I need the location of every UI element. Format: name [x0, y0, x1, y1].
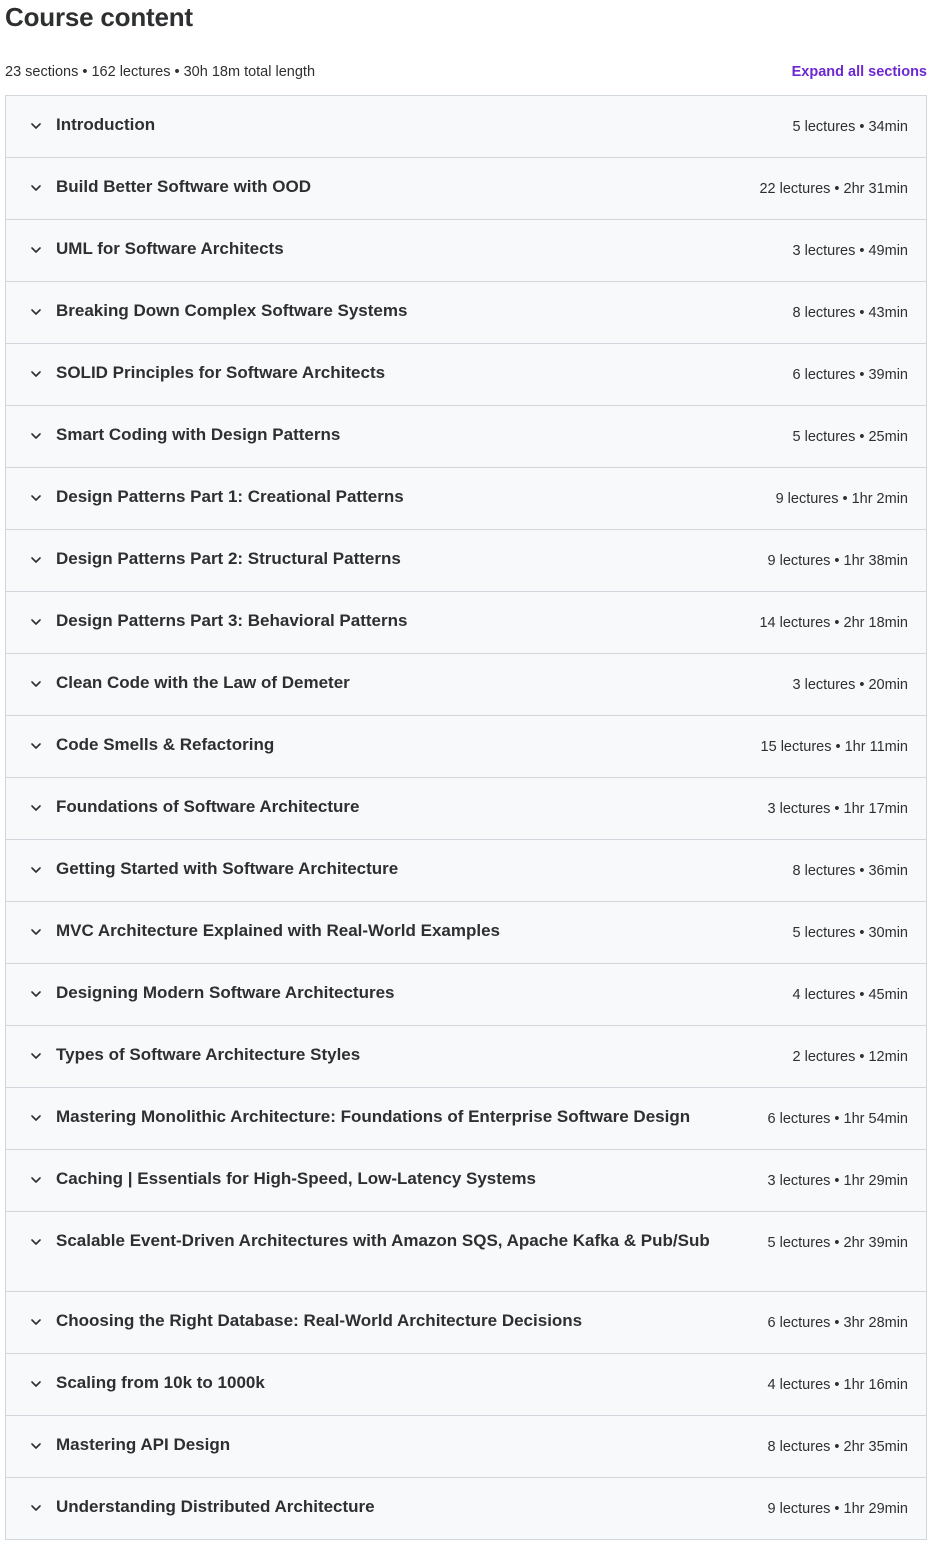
- section-title: Clean Code with the Law of Demeter: [56, 673, 350, 692]
- chevron-down-icon: [28, 986, 44, 1002]
- section-row[interactable]: Design Patterns Part 1: Creational Patte…: [6, 468, 926, 530]
- chevron-down-icon: [28, 242, 44, 258]
- chevron-down-icon: [28, 304, 44, 320]
- chevron-down-icon: [28, 738, 44, 754]
- section-title: Design Patterns Part 3: Behavioral Patte…: [56, 611, 408, 630]
- section-meta: 3 lectures • 49min: [792, 243, 909, 259]
- chevron-down-icon: [28, 366, 44, 382]
- section-title: Introduction: [56, 115, 156, 134]
- section-meta: 6 lectures • 1hr 54min: [767, 1111, 908, 1127]
- section-title: SOLID Principles for Software Architects: [56, 363, 386, 382]
- chevron-down-icon: [28, 1376, 44, 1392]
- section-row[interactable]: Smart Coding with Design Patterns 5 lectu…: [6, 406, 926, 468]
- section-meta: 3 lectures • 1hr 17min: [767, 801, 908, 817]
- section-meta: 4 lectures • 1hr 16min: [767, 1377, 908, 1393]
- section-title: Getting Started with Software Architectu…: [56, 859, 399, 878]
- section-row[interactable]: Choosing the Right Database: Real-World …: [6, 1292, 926, 1354]
- course-summary: 23 sections • 162 lectures • 30h 18m tot…: [5, 64, 316, 80]
- chevron-down-icon: [28, 1438, 44, 1454]
- section-meta: 9 lectures • 1hr 2min: [775, 491, 908, 507]
- section-title: Scaling from 10k to 1000k: [56, 1373, 265, 1392]
- section-row[interactable]: Clean Code with the Law of Demeter 3 lect…: [6, 654, 926, 716]
- section-meta: 8 lectures • 2hr 35min: [767, 1439, 908, 1455]
- section-row[interactable]: Understanding Distributed Architecture 9 …: [6, 1478, 926, 1540]
- chevron-down-icon: [28, 552, 44, 568]
- chevron-down-icon: [28, 1234, 44, 1250]
- section-title: MVC Architecture Explained with Real-Wor…: [56, 921, 500, 940]
- section-meta: 6 lectures • 39min: [792, 367, 909, 383]
- section-row[interactable]: Breaking Down Complex Software Systems 8 …: [6, 282, 926, 344]
- section-title: Mastering API Design: [56, 1435, 231, 1454]
- section-meta: 9 lectures • 1hr 29min: [767, 1501, 908, 1517]
- section-meta: 15 lectures • 1hr 11min: [760, 739, 908, 755]
- section-meta: 8 lectures • 36min: [792, 863, 909, 879]
- chevron-down-icon: [28, 1110, 44, 1126]
- section-title: UML for Software Architects: [56, 239, 284, 258]
- section-meta: 5 lectures • 30min: [792, 925, 909, 941]
- section-list: Introduction 5 lectures • 34min Build Bett…: [5, 95, 927, 1540]
- section-meta: 5 lectures • 25min: [792, 429, 909, 445]
- section-row[interactable]: SOLID Principles for Software Architects…: [6, 344, 926, 406]
- chevron-down-icon: [28, 490, 44, 506]
- section-row[interactable]: Mastering API Design 8 lectures • 2hr 35m…: [6, 1416, 926, 1478]
- section-meta: 4 lectures • 45min: [792, 987, 909, 1003]
- section-title: Choosing the Right Database: Real-World …: [56, 1311, 583, 1330]
- chevron-down-icon: [28, 862, 44, 878]
- section-row[interactable]: Design Patterns Part 3: Behavioral Patte…: [6, 592, 926, 654]
- section-meta: 6 lectures • 3hr 28min: [767, 1315, 908, 1331]
- section-row[interactable]: Build Better Software with OOD 22 lecture…: [6, 158, 926, 220]
- section-title: Scalable Event-Driven Architectures with…: [56, 1231, 710, 1250]
- section-meta: 9 lectures • 1hr 38min: [767, 553, 908, 569]
- chevron-down-icon: [28, 1314, 44, 1330]
- section-row[interactable]: Scaling from 10k to 1000k 4 lectures • 1h…: [6, 1354, 926, 1416]
- section-title: Build Better Software with OOD: [56, 177, 312, 196]
- chevron-down-icon: [28, 676, 44, 692]
- section-title: Foundations of Software Architecture: [56, 797, 360, 816]
- chevron-down-icon: [28, 614, 44, 630]
- section-title: Mastering Monolithic Architecture: Found…: [56, 1107, 691, 1126]
- section-row[interactable]: MVC Architecture Explained with Real-Wor…: [6, 902, 926, 964]
- section-row[interactable]: Designing Modern Software Architectures 4…: [6, 964, 926, 1026]
- section-meta: 5 lectures • 34min: [792, 119, 909, 135]
- section-meta: 2 lectures • 12min: [792, 1049, 909, 1065]
- page-title: Course content: [5, 2, 193, 32]
- section-meta: 3 lectures • 1hr 29min: [767, 1173, 908, 1189]
- section-title: Design Patterns Part 1: Creational Patte…: [56, 487, 404, 506]
- expand-all-sections-button[interactable]: Expand all sections: [792, 64, 927, 80]
- section-row[interactable]: Introduction 5 lectures • 34min: [6, 96, 926, 158]
- section-title: Smart Coding with Design Patterns: [56, 425, 341, 444]
- section-title: Breaking Down Complex Software Systems: [56, 301, 408, 320]
- section-meta: 5 lectures • 2hr 39min: [767, 1235, 908, 1251]
- section-row[interactable]: Caching | Essentials for High-Speed, Low…: [6, 1150, 926, 1212]
- chevron-down-icon: [28, 1500, 44, 1516]
- section-row[interactable]: Getting Started with Software Architectu…: [6, 840, 926, 902]
- section-meta: 8 lectures • 43min: [792, 305, 909, 321]
- course-summary-row: 23 sections • 162 lectures • 30h 18m tot…: [5, 60, 927, 84]
- section-row[interactable]: Code Smells & Refactoring 15 lectures • 1…: [6, 716, 926, 778]
- section-meta: 14 lectures • 2hr 18min: [759, 615, 908, 631]
- chevron-down-icon: [28, 428, 44, 444]
- section-meta: 3 lectures • 20min: [792, 677, 909, 693]
- section-meta: 22 lectures • 2hr 31min: [759, 181, 908, 197]
- chevron-down-icon: [28, 180, 44, 196]
- chevron-down-icon: [28, 1048, 44, 1064]
- section-row[interactable]: Types of Software Architecture Styles 2 l…: [6, 1026, 926, 1088]
- section-title: Understanding Distributed Architecture: [56, 1497, 375, 1516]
- section-row[interactable]: Scalable Event-Driven Architectures with…: [6, 1212, 926, 1292]
- section-row[interactable]: UML for Software Architects 3 lectures • …: [6, 220, 926, 282]
- section-row[interactable]: Mastering Monolithic Architecture: Found…: [6, 1088, 926, 1150]
- section-title: Design Patterns Part 2: Structural Patte…: [56, 549, 401, 568]
- section-title: Code Smells & Refactoring: [56, 735, 275, 754]
- chevron-down-icon: [28, 800, 44, 816]
- chevron-down-icon: [28, 118, 44, 134]
- chevron-down-icon: [28, 1172, 44, 1188]
- section-row[interactable]: Design Patterns Part 2: Structural Patte…: [6, 530, 926, 592]
- chevron-down-icon: [28, 924, 44, 940]
- section-title: Designing Modern Software Architectures: [56, 983, 395, 1002]
- section-title: Caching | Essentials for High-Speed, Low…: [56, 1169, 536, 1188]
- section-title: Types of Software Architecture Styles: [56, 1045, 361, 1064]
- section-row[interactable]: Foundations of Software Architecture 3 le…: [6, 778, 926, 840]
